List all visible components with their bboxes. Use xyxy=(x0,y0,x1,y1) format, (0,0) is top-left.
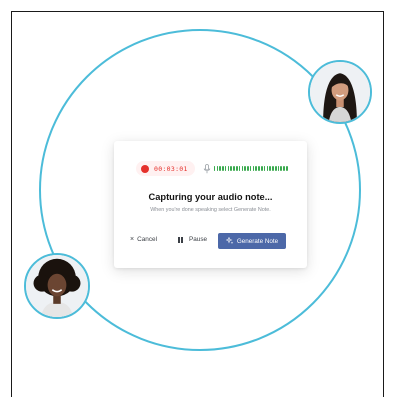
pause-icon xyxy=(178,236,184,243)
cancel-button[interactable]: × Cancel xyxy=(130,236,157,243)
pause-button[interactable]: Pause xyxy=(178,236,207,243)
sparkles-icon xyxy=(225,237,234,245)
recording-timer: 00:03:01 xyxy=(154,164,188,173)
dialog-title: Capturing your audio note... xyxy=(148,192,273,202)
dialog-actions: × Cancel Pause Generate Note xyxy=(130,233,287,249)
recording-status: 00:03:01 xyxy=(136,161,289,176)
microphone-icon xyxy=(203,163,210,173)
audio-waveform xyxy=(213,165,289,173)
avatar-woman-curly-hair xyxy=(24,253,90,319)
audio-note-dialog: 00:03:01 Capturing your audio note... Wh… xyxy=(114,141,307,268)
recording-timer-pill: 00:03:01 xyxy=(136,161,195,176)
pause-label: Pause xyxy=(188,236,208,243)
dialog-subtitle: When you're done speaking select Generat… xyxy=(150,207,271,213)
cancel-label: Cancel xyxy=(137,236,157,243)
generate-note-button[interactable]: Generate Note xyxy=(218,233,286,249)
close-icon: × xyxy=(130,236,135,243)
record-dot-icon xyxy=(141,164,149,173)
generate-note-label: Generate Note xyxy=(236,237,279,245)
avatar-woman-long-hair xyxy=(308,60,372,124)
